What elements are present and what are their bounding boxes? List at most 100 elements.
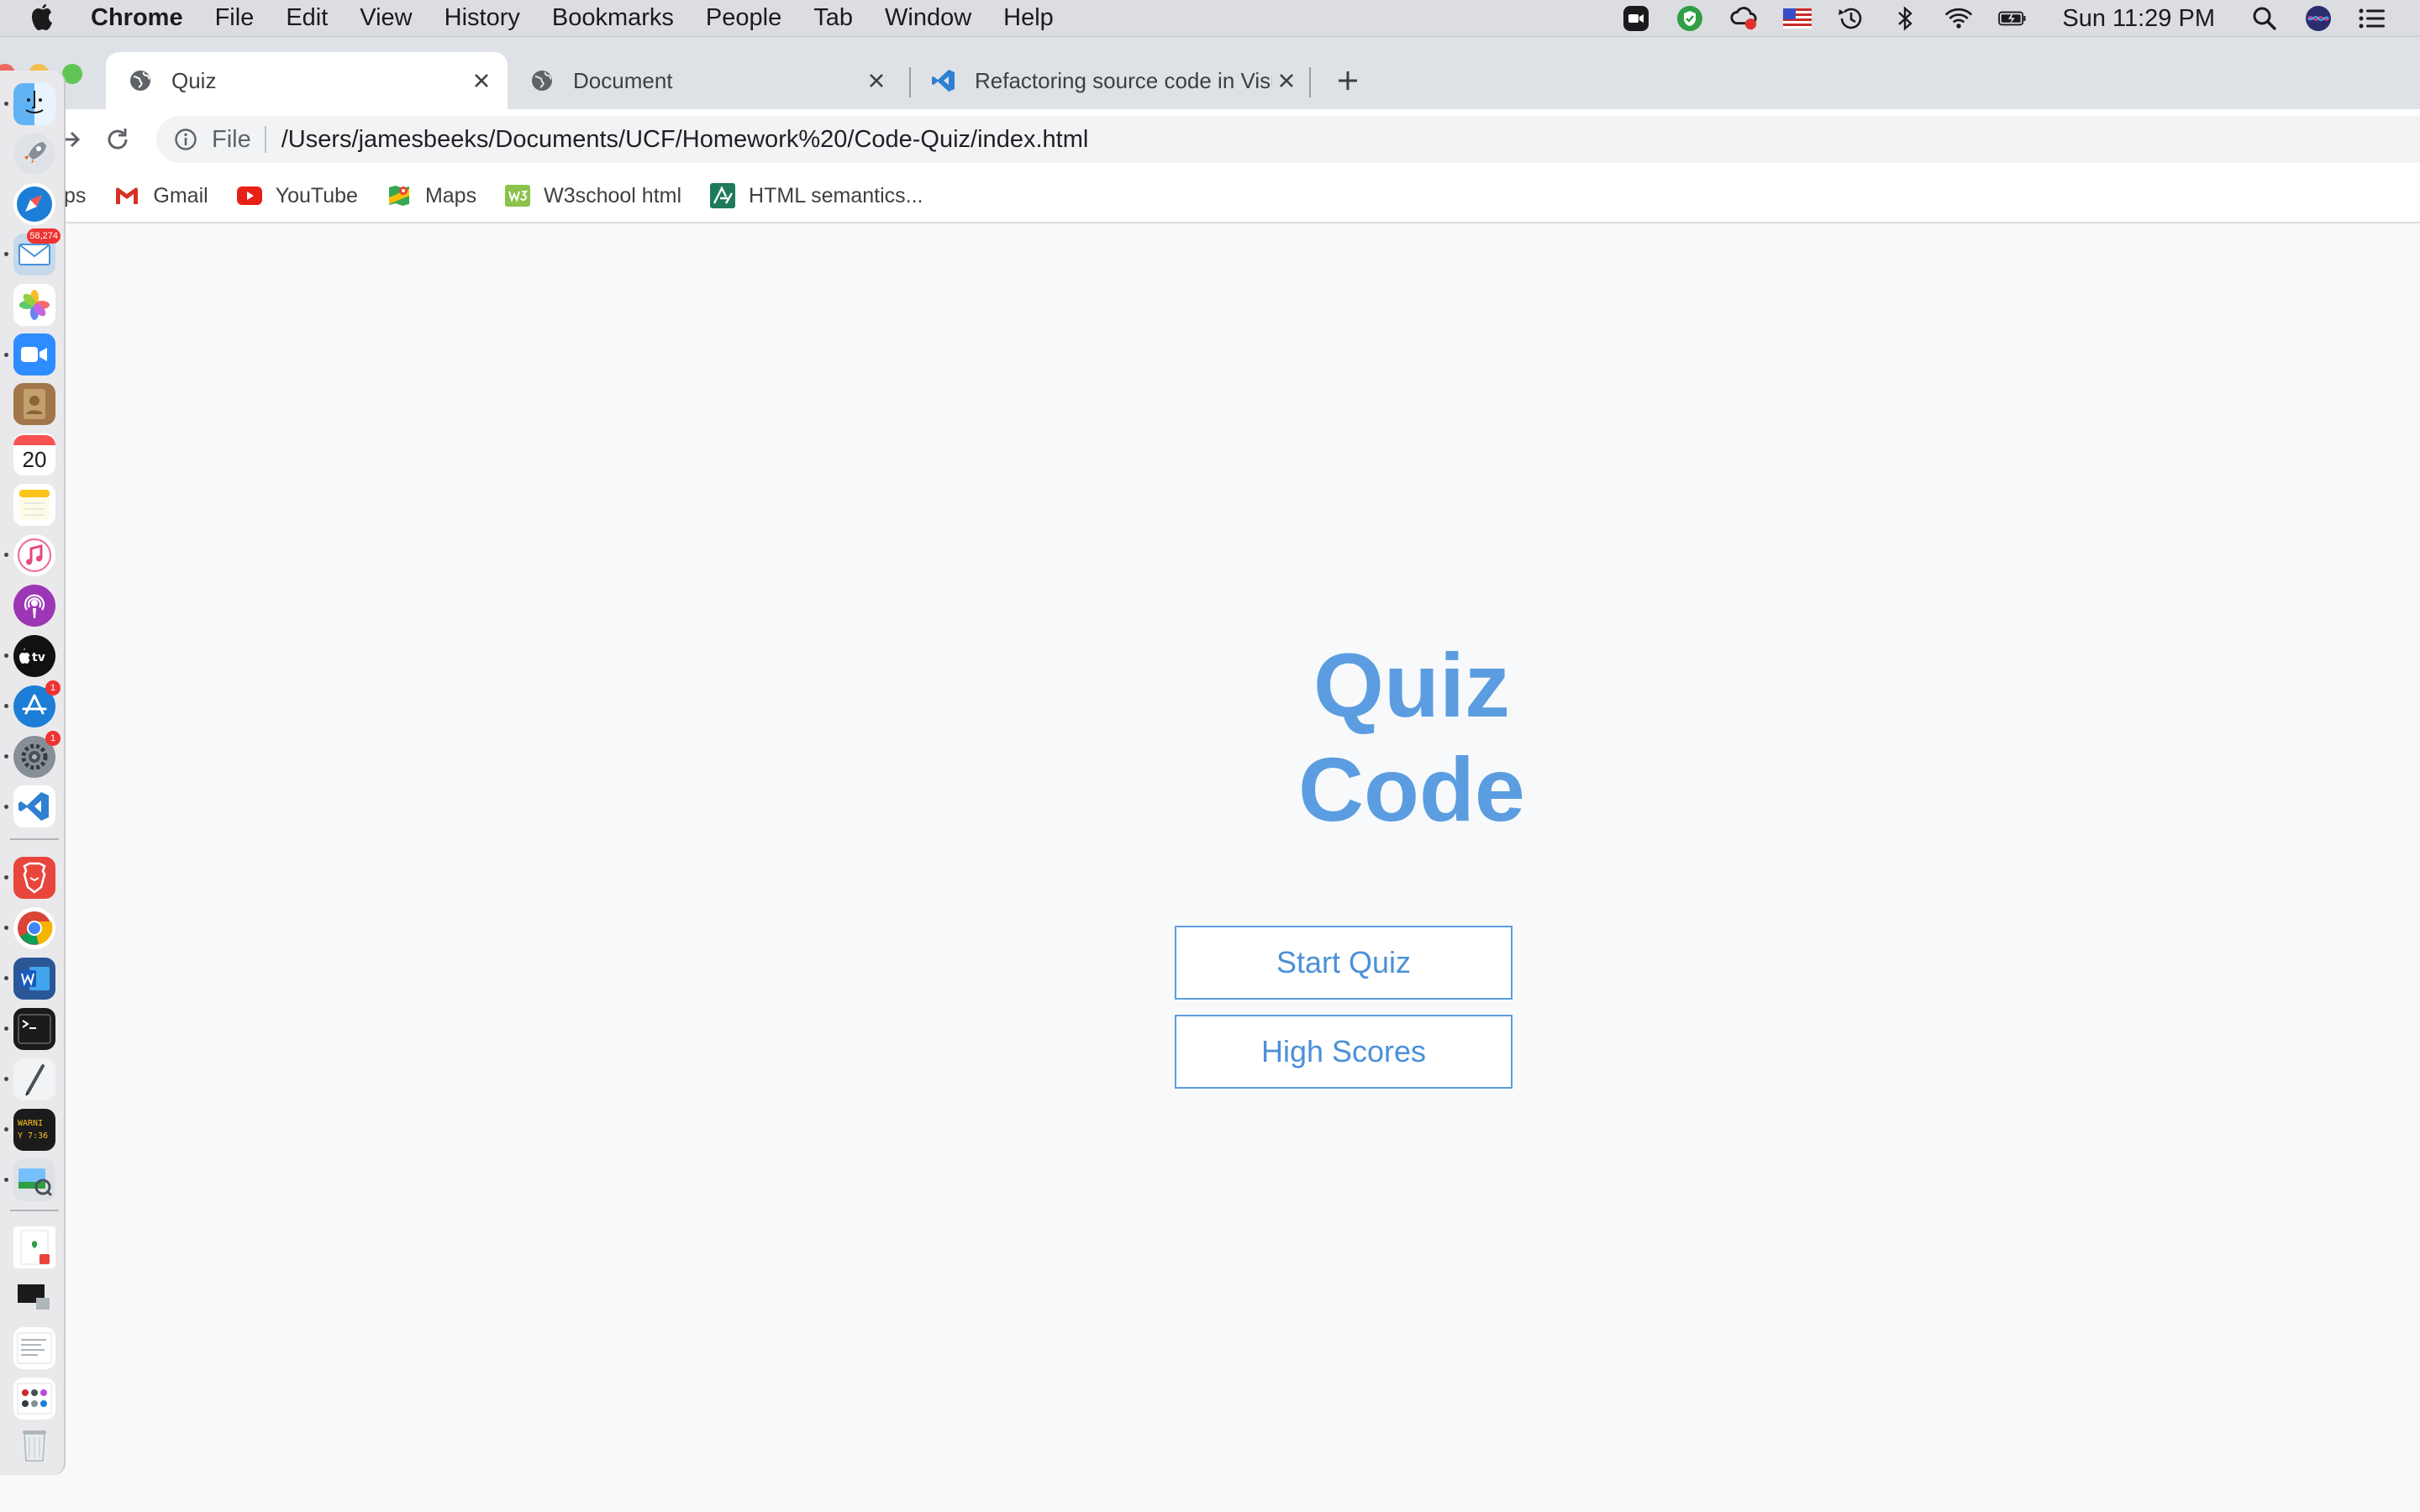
menu-edit[interactable]: Edit bbox=[286, 4, 328, 32]
running-indicator bbox=[4, 252, 8, 256]
address-bar[interactable]: File /Users/jamesbeeks/Documents/UCF/Hom… bbox=[156, 116, 2420, 163]
menubar-clock[interactable]: Sun 11:29 PM bbox=[2062, 5, 2215, 33]
tab-document[interactable]: Document bbox=[508, 52, 902, 109]
mail-badge: 58,274 bbox=[27, 228, 60, 244]
gmail-icon bbox=[114, 183, 139, 208]
spotlight-search-icon[interactable] bbox=[2250, 4, 2279, 33]
running-indicator bbox=[4, 102, 8, 106]
app-store-badge: 1 bbox=[45, 680, 60, 696]
calendar-day: 20 bbox=[22, 447, 47, 472]
system-preferences-icon[interactable]: 1 bbox=[13, 731, 60, 778]
tab-separator bbox=[1309, 67, 1311, 97]
info-icon[interactable] bbox=[173, 127, 198, 152]
time-machine-icon[interactable] bbox=[1837, 4, 1865, 33]
w3schools-icon bbox=[505, 183, 531, 208]
bluetooth-icon[interactable] bbox=[1891, 4, 1919, 33]
macos-menubar: Chrome File Edit View History Bookmarks … bbox=[0, 0, 2420, 37]
dock-separator bbox=[10, 838, 59, 840]
menu-file[interactable]: File bbox=[215, 4, 255, 32]
title-line-1: Quiz bbox=[1313, 634, 1510, 736]
brave-browser-icon[interactable] bbox=[13, 857, 55, 899]
bookmark-youtube[interactable]: YouTube bbox=[236, 183, 358, 208]
script-editor-icon[interactable] bbox=[13, 1058, 55, 1100]
notification-center-icon[interactable] bbox=[2358, 4, 2386, 33]
battery-charging-icon[interactable] bbox=[1998, 4, 2027, 33]
tab-vscode-docs[interactable]: Refactoring source code in Visu bbox=[909, 52, 1313, 109]
finder-icon[interactable] bbox=[13, 83, 55, 125]
zoom-meeting-icon[interactable] bbox=[1622, 4, 1650, 33]
bookmark-label: YouTube bbox=[275, 183, 358, 207]
music-icon[interactable] bbox=[13, 534, 55, 576]
tab-quiz[interactable]: Quiz bbox=[106, 52, 508, 109]
podcasts-icon[interactable] bbox=[13, 585, 55, 627]
menu-view[interactable]: View bbox=[360, 4, 412, 32]
siri-icon[interactable] bbox=[2304, 4, 2333, 33]
chrome-icon[interactable] bbox=[13, 907, 55, 949]
menu-bookmarks[interactable]: Bookmarks bbox=[552, 4, 674, 32]
word-icon[interactable] bbox=[13, 958, 55, 1000]
menu-window[interactable]: Window bbox=[885, 4, 971, 32]
menu-app-name[interactable]: Chrome bbox=[91, 4, 183, 32]
menu-people[interactable]: People bbox=[706, 4, 781, 32]
reload-icon[interactable] bbox=[101, 123, 134, 156]
svg-text:Y 7:36: Y 7:36 bbox=[18, 1131, 48, 1141]
recent-image-thumbnail[interactable] bbox=[13, 1378, 55, 1420]
app-store-icon[interactable]: 1 bbox=[13, 680, 60, 727]
mail-icon[interactable]: 58,274 bbox=[13, 228, 60, 276]
safari-icon[interactable] bbox=[13, 183, 55, 225]
menu-history[interactable]: History bbox=[445, 4, 520, 32]
preview-icon[interactable] bbox=[13, 1159, 55, 1201]
photos-icon[interactable] bbox=[13, 284, 55, 326]
running-indicator bbox=[4, 1178, 8, 1182]
notes-icon[interactable] bbox=[13, 484, 55, 526]
bookmark-site-icon bbox=[710, 183, 736, 208]
tab-title: Refactoring source code in Visu bbox=[975, 67, 1272, 93]
url-text[interactable]: /Users/jamesbeeks/Documents/UCF/Homework… bbox=[281, 126, 1089, 154]
running-indicator bbox=[4, 926, 8, 930]
shield-icon[interactable] bbox=[1676, 4, 1704, 33]
running-indicator bbox=[4, 976, 8, 980]
svg-text:WARNI: WARNI bbox=[18, 1119, 43, 1128]
bookmark-w3school[interactable]: W3school html bbox=[505, 183, 681, 208]
globe-icon bbox=[529, 68, 555, 93]
console-icon[interactable]: WARNI Y 7:36 bbox=[13, 1109, 55, 1151]
close-icon[interactable] bbox=[1272, 66, 1301, 95]
macos-dock: 58,274 20 tv 1 1 WARNI Y 7:36 bbox=[0, 71, 66, 1475]
terminal-icon[interactable] bbox=[13, 1008, 55, 1050]
bookmark-html-semantics[interactable]: HTML semantics... bbox=[710, 183, 923, 208]
recent-window-thumbnail[interactable] bbox=[13, 1277, 55, 1319]
calendar-icon[interactable]: 20 bbox=[13, 433, 55, 475]
bookmark-apps[interactable]: ps bbox=[64, 184, 86, 208]
menu-tab[interactable]: Tab bbox=[813, 4, 853, 32]
running-indicator bbox=[4, 754, 8, 759]
bookmark-label: Maps bbox=[424, 183, 477, 207]
close-icon[interactable] bbox=[862, 66, 891, 95]
contacts-icon[interactable] bbox=[13, 383, 55, 425]
zoom-icon[interactable] bbox=[13, 333, 55, 375]
us-flag-input-icon[interactable] bbox=[1783, 4, 1812, 33]
apple-tv-icon[interactable]: tv bbox=[13, 635, 55, 677]
apple-menu-icon[interactable] bbox=[29, 3, 59, 34]
running-indicator bbox=[4, 1077, 8, 1081]
start-quiz-button[interactable]: Start Quiz bbox=[1175, 926, 1512, 1000]
youtube-icon bbox=[236, 183, 262, 208]
bookmark-label: ps bbox=[64, 183, 87, 207]
launchpad-icon[interactable] bbox=[13, 133, 55, 175]
running-indicator bbox=[4, 654, 8, 658]
menu-help[interactable]: Help bbox=[1003, 4, 1054, 32]
bookmark-maps[interactable]: Maps bbox=[387, 183, 476, 208]
recent-document-thumbnail[interactable] bbox=[13, 1327, 55, 1369]
recent-document-thumbnail[interactable] bbox=[13, 1226, 55, 1268]
address-divider bbox=[264, 126, 266, 153]
new-tab-icon[interactable] bbox=[1331, 64, 1365, 97]
trash-icon[interactable] bbox=[13, 1423, 55, 1465]
high-scores-button[interactable]: High Scores bbox=[1175, 1015, 1512, 1089]
running-indicator bbox=[4, 1026, 8, 1031]
wifi-icon[interactable] bbox=[1944, 4, 1973, 33]
bookmark-label: Gmail bbox=[153, 183, 208, 207]
svg-text:tv: tv bbox=[32, 651, 45, 664]
creative-cloud-icon[interactable] bbox=[1729, 4, 1758, 33]
close-icon[interactable] bbox=[467, 66, 496, 95]
vscode-icon[interactable] bbox=[13, 785, 55, 827]
bookmark-gmail[interactable]: Gmail bbox=[114, 183, 208, 208]
